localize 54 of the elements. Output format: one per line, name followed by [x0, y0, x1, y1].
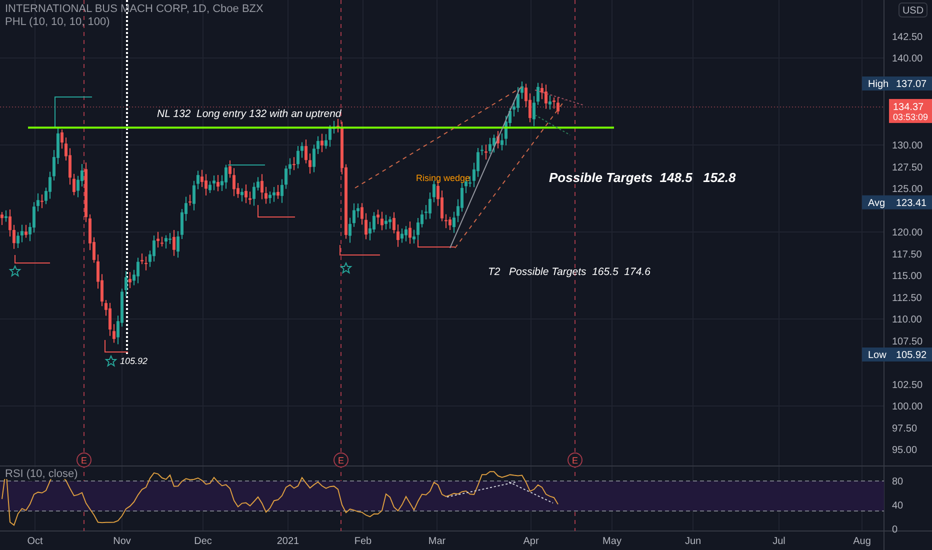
price-badge: High 137.07 — [862, 76, 932, 90]
price-badge: Low 105.92 — [862, 348, 932, 362]
pivot-line — [54, 96, 92, 128]
price-tick-label: 112.50 — [892, 292, 922, 304]
indicator-legend: PHL (10, 10, 10, 100) — [5, 16, 110, 28]
price-tick-label: 127.50 — [892, 162, 923, 174]
price-tick-label: 100.00 — [892, 402, 923, 412]
time-axis-label: 2021 — [276, 536, 300, 547]
price-tick-label: 130.00 — [892, 140, 923, 152]
price-tick-label: 110.00 — [892, 314, 922, 326]
price-tick-label: 102.50 — [892, 380, 923, 391]
pivot-line — [14, 254, 50, 264]
time-axis-label: Nov — [113, 536, 131, 547]
pattern-label: Rising wedge — [416, 173, 470, 183]
chart-note: T2 Possible Targets 165.5 174.6 — [488, 266, 650, 278]
rsi-tick-label: 0 — [892, 524, 898, 536]
rsi-tick-label: 80 — [892, 476, 904, 488]
time-axis-label: May — [602, 536, 622, 547]
pivot-line — [228, 164, 266, 166]
time-axis-label: Apr — [523, 536, 539, 547]
price-tick-label: 120.00 — [892, 228, 923, 238]
price-badge: Avg 123.41 — [862, 195, 932, 210]
time-axis-label: Feb — [354, 536, 372, 547]
rsi-tick-label: 40 — [892, 500, 904, 512]
time-axis-label: Dec — [194, 536, 212, 547]
price-tick-label: 142.50 — [892, 32, 923, 43]
price-tick-label: 95.00 — [892, 445, 918, 456]
pivot-line — [258, 204, 296, 218]
earnings-marker[interactable]: E — [568, 452, 582, 468]
earnings-marker[interactable]: E — [334, 452, 348, 468]
earnings-marker[interactable]: E — [76, 452, 92, 468]
price-tick-label: 97.50 — [892, 423, 918, 434]
currency-badge[interactable]: USD — [898, 2, 928, 18]
time-axis-label: Mar — [428, 536, 446, 547]
price-tick-label: 117.50 — [892, 249, 922, 260]
star-icon — [340, 262, 352, 274]
price-tick-label: 140.00 — [892, 54, 923, 64]
price-tick-label: 125.00 — [892, 184, 923, 195]
price-note: 105.92 — [120, 356, 148, 366]
star-icon — [8, 264, 22, 277]
time-axis-label: Jun — [684, 536, 702, 547]
time-axis-label: Jul — [772, 536, 786, 547]
time-axis-label: Oct — [27, 536, 43, 547]
star-icon — [104, 354, 118, 367]
pivot-line — [340, 244, 380, 256]
price-tick-label: 107.50 — [892, 336, 923, 348]
last-price-badge: 134.37 03:53:09 — [889, 98, 932, 123]
chart-note: NL 132 Long entry 132 with an uptrend — [157, 108, 342, 120]
price-tick-label: 115.00 — [892, 271, 922, 282]
pivot-line — [104, 340, 128, 352]
chart-title: INTERNATIONAL BUS MACH CORP, 1D, Cboe BZX — [5, 3, 264, 15]
time-axis-label: Aug — [853, 536, 871, 547]
chart-note: Possible Targets 148.5 152.8 — [549, 170, 736, 185]
pivot-line — [418, 240, 456, 248]
